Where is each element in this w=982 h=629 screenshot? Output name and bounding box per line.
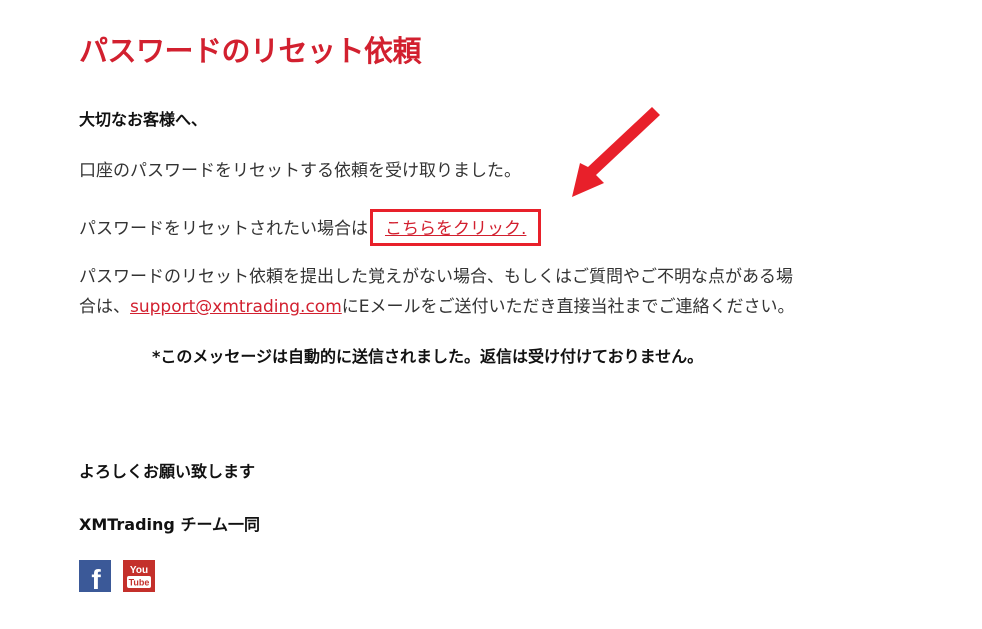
received-text: 口座のパスワードをリセットする依頼を受け取りました。 (79, 161, 521, 181)
youtube-icon-top: You (130, 565, 148, 576)
contact-paragraph: パスワードのリセット依頼を提出した覚えがない場合、もしくはご質問やご不明な点があ… (79, 262, 919, 322)
auto-notice-text: *このメッセージは自動的に送信されました。返信は受け付けておりません。 (152, 347, 704, 366)
contact-line-1: パスワードのリセット依頼を提出した覚えがない場合、もしくはご質問やご不明な点があ… (79, 267, 793, 287)
red-arrow-annotation (572, 107, 660, 197)
team-signature: XMTrading チーム一同 (79, 515, 260, 534)
contact-line-2-suffix: にEメールをご送付いただき直接当社までご連絡ください。 (341, 297, 795, 317)
reset-link-label: こちらをクリック (385, 219, 521, 239)
reset-password-link[interactable]: こちらをクリック. (370, 209, 542, 246)
greeting-text: 大切なお客様へ、 (79, 110, 208, 129)
closing-text: よろしくお願い致します (79, 462, 256, 481)
reset-paragraph: パスワードをリセットされたい場合は こちらをクリック. (79, 209, 542, 246)
facebook-icon: f (79, 560, 111, 595)
youtube-icon: You Tube (123, 560, 155, 592)
email-title: パスワードのリセット依頼 (79, 34, 422, 68)
youtube-icon-bottom: Tube (129, 578, 150, 588)
reset-link-suffix: . (521, 219, 527, 239)
email-body: パスワードのリセット依頼 大切なお客様へ、 口座のパスワードをリセットする依頼を… (0, 0, 982, 629)
contact-line-2: 合は、support@xmtrading.comにEメールをご送付いただき直接当… (79, 292, 919, 322)
facebook-link[interactable]: f (79, 560, 111, 595)
facebook-icon-letter: f (91, 564, 101, 592)
contact-line-2-prefix: 合は、 (79, 297, 130, 317)
youtube-link[interactable]: You Tube (123, 560, 155, 592)
reset-prefix-text: パスワードをリセットされたい場合は (79, 219, 368, 239)
support-email-link[interactable]: support@xmtrading.com (130, 297, 342, 317)
social-links: f You Tube (79, 560, 155, 595)
